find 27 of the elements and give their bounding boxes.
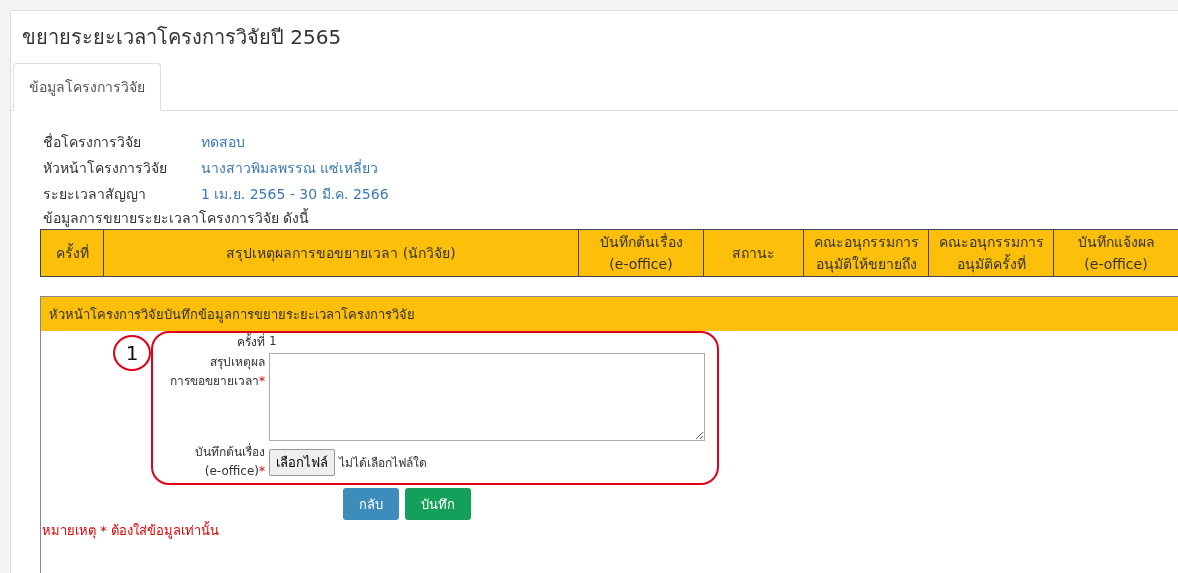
info-value: ทดสอบ	[201, 133, 245, 152]
column-header: สรุปเหตุผลการขอขยายเวลา (นักวิจัย)	[104, 230, 579, 276]
field-label: สรุปเหตุผล การขอขยายเวลา*	[169, 354, 266, 390]
annotation-number: 1	[113, 335, 151, 371]
column-header: บันทึกต้นเรื่อง (e-office)	[579, 230, 704, 276]
field-label: บันทึกต้นเรื่อง (e-office)*	[194, 443, 266, 480]
required-note: หมายเหตุ * ต้องใส่ข้อมูลเท่านั้น	[42, 523, 220, 539]
reason-textarea[interactable]	[269, 353, 705, 441]
info-label: ระยะเวลาสัญญา	[43, 185, 147, 204]
info-value: 1 เม.ย. 2565 - 30 มี.ค. 2566	[201, 185, 389, 204]
file-status: ไม่ได้เลือกไฟล์ใด	[339, 455, 427, 472]
field-value: 1	[269, 334, 277, 348]
info-value: นางสาวพิมลพรรณ แซ่เหลี่ยว	[201, 158, 379, 178]
table-caption: ข้อมูลการขยายระยะเวลาโครงการวิจัย ดังนี้	[43, 207, 311, 229]
column-header: คณะอนุกรรมการ อนุมัติครั้งที่	[929, 230, 1054, 276]
column-header: คณะอนุกรรมการ อนุมัติให้ขยายถึง	[804, 230, 929, 276]
column-header: สถานะ	[704, 230, 804, 276]
info-label: หัวหน้าโครงการวิจัย	[43, 159, 168, 178]
back-button[interactable]: กลับ	[343, 488, 399, 520]
column-header: ครั้งที่	[41, 230, 104, 276]
info-label: ชื่อโครงการวิจัย	[43, 132, 142, 152]
column-header: บันทึกแจ้งผล (e-office)	[1054, 230, 1178, 276]
field-label: ครั้งที่	[236, 334, 266, 351]
choose-file-button[interactable]: เลือกไฟล์	[269, 449, 335, 476]
page-title: ขยายระยะเวลาโครงการวิจัยปี 2565	[22, 24, 343, 51]
form-header: หัวหน้าโครงการวิจัยบันทึกข้อมูลการขยายระยะเวลาโครงการวิจัย	[41, 297, 1178, 331]
tab[interactable]: ข้อมูลโครงการวิจัย	[13, 63, 161, 111]
